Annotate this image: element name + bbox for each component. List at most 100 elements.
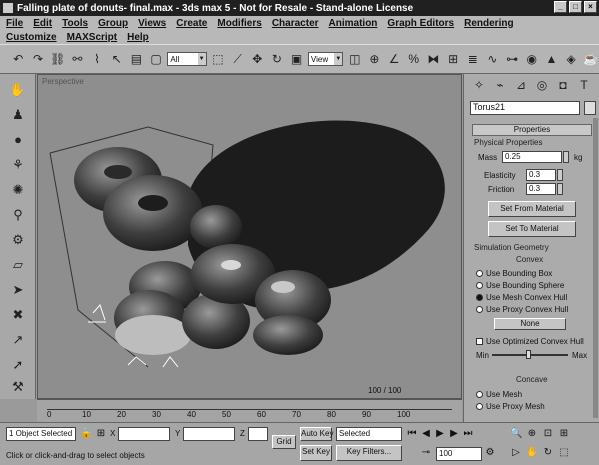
set-key-button[interactable]: Set Key bbox=[300, 445, 332, 461]
angle-snap-icon[interactable]: ∠ bbox=[386, 50, 403, 68]
radio-bounding-box[interactable]: Use Bounding Box bbox=[476, 269, 552, 278]
spring-icon[interactable]: ⚙ bbox=[8, 232, 28, 250]
properties-rollout[interactable]: Properties bbox=[472, 124, 592, 136]
slider-thumb[interactable] bbox=[526, 350, 531, 359]
curve-editor-icon[interactable]: ∿ bbox=[484, 50, 501, 68]
rope-icon[interactable]: ⚲ bbox=[8, 207, 28, 225]
plane-icon[interactable]: ▱ bbox=[8, 257, 28, 275]
optimized-convex-hull-checkbox[interactable]: Use Optimized Convex Hull bbox=[476, 337, 584, 346]
rigid-body-icon[interactable]: ♟ bbox=[8, 107, 28, 125]
time-config-icon[interactable]: ⚙ bbox=[484, 447, 496, 459]
menu-graph-editors[interactable]: Graph Editors bbox=[387, 18, 454, 29]
key-mode-dropdown[interactable]: Selected bbox=[336, 427, 402, 441]
zoom-extents-all-icon[interactable]: ⊞ bbox=[558, 428, 570, 440]
grid-button[interactable]: Grid bbox=[272, 435, 296, 449]
layer-icon[interactable]: ≣ bbox=[464, 50, 481, 68]
redo-icon[interactable]: ↷ bbox=[30, 50, 47, 68]
menu-views[interactable]: Views bbox=[138, 18, 166, 29]
zoom-icon[interactable]: 🔍 bbox=[510, 428, 522, 440]
elasticity-field[interactable]: 0.3 bbox=[526, 169, 556, 181]
close-button[interactable]: × bbox=[584, 1, 597, 13]
object-color-swatch[interactable] bbox=[584, 101, 596, 115]
lock-icon[interactable]: 🔒 bbox=[80, 428, 92, 440]
display-tab-icon[interactable]: ◘ bbox=[554, 78, 572, 96]
menu-maxscript[interactable]: MAXScript bbox=[67, 32, 118, 43]
reference-coord-dropdown[interactable]: View ▼ bbox=[307, 52, 344, 66]
menu-customize[interactable]: Customize bbox=[6, 32, 57, 43]
render-icon[interactable]: ▲ bbox=[543, 50, 560, 68]
zoom-all-icon[interactable]: ⊕ bbox=[526, 428, 538, 440]
region-icon[interactable]: ▢ bbox=[148, 50, 165, 68]
friction-spinner[interactable] bbox=[557, 183, 563, 195]
set-from-material-button[interactable]: Set From Material bbox=[488, 201, 576, 217]
cloth-icon[interactable]: ⚘ bbox=[8, 157, 28, 175]
mass-field[interactable]: 0.25 bbox=[502, 151, 562, 163]
goto-end-icon[interactable]: ⏭ bbox=[462, 428, 474, 440]
menu-animation[interactable]: Animation bbox=[329, 18, 378, 29]
menu-create[interactable]: Create bbox=[176, 18, 207, 29]
toy-car-icon[interactable]: ✖ bbox=[8, 307, 28, 325]
zoom-extents-icon[interactable]: ⊡ bbox=[542, 428, 554, 440]
soft-body-icon[interactable]: ✺ bbox=[8, 182, 28, 200]
selection-filter-dropdown[interactable]: All ▼ bbox=[167, 52, 207, 66]
reactor-icon[interactable]: ✋ bbox=[8, 82, 28, 100]
align-icon[interactable]: ⊞ bbox=[445, 50, 462, 68]
prev-frame-icon[interactable]: ◀ bbox=[420, 428, 432, 440]
teapot-icon[interactable]: ☕ bbox=[582, 50, 599, 68]
current-frame-field[interactable]: 100 bbox=[436, 447, 482, 461]
command-panel-scrollbar[interactable] bbox=[593, 118, 598, 418]
menu-file[interactable]: File bbox=[6, 18, 23, 29]
friction-field[interactable]: 0.3 bbox=[526, 183, 556, 195]
absolute-mode-icon[interactable]: ⊞ bbox=[95, 428, 107, 440]
mirror-icon[interactable]: ⧓ bbox=[425, 50, 442, 68]
preview-icon[interactable]: ⚒ bbox=[8, 379, 28, 397]
undo-icon[interactable]: ↶ bbox=[10, 50, 27, 68]
play-icon[interactable]: ▶ bbox=[434, 428, 446, 440]
menu-tools[interactable]: Tools bbox=[62, 18, 88, 29]
goto-start-icon[interactable]: ⏮ bbox=[406, 428, 418, 440]
pivot-icon[interactable]: ◫ bbox=[346, 50, 363, 68]
minimize-button[interactable]: _ bbox=[554, 1, 567, 13]
modify-tab-icon[interactable]: ⌁ bbox=[491, 78, 509, 96]
quick-render-icon[interactable]: ◈ bbox=[563, 50, 580, 68]
maximize-button[interactable]: □ bbox=[569, 1, 582, 13]
bind-icon[interactable]: ⌇ bbox=[89, 50, 106, 68]
proxy-pick-button[interactable]: None bbox=[494, 318, 566, 330]
schematic-icon[interactable]: ⊶ bbox=[504, 50, 521, 68]
timeline[interactable]: 0 10 20 30 40 50 60 70 80 90 100 bbox=[37, 399, 462, 422]
fracture-icon[interactable]: ↗ bbox=[8, 332, 28, 350]
set-to-material-button[interactable]: Set To Material bbox=[488, 221, 576, 237]
arc-rotate-icon[interactable]: ↻ bbox=[542, 447, 554, 459]
object-name-field[interactable]: Torus21 bbox=[470, 101, 580, 115]
select-icon[interactable]: ↖ bbox=[108, 50, 125, 68]
menu-help[interactable]: Help bbox=[127, 32, 149, 43]
key-mode-icon[interactable]: ⊸ bbox=[420, 447, 432, 459]
pan-icon[interactable]: ✋ bbox=[526, 447, 538, 459]
radio-bounding-sphere[interactable]: Use Bounding Sphere bbox=[476, 281, 564, 290]
key-filters-button[interactable]: Key Filters... bbox=[336, 445, 402, 461]
menu-character[interactable]: Character bbox=[272, 18, 319, 29]
sphere-icon[interactable]: ● bbox=[8, 132, 28, 150]
elasticity-spinner[interactable] bbox=[557, 169, 563, 181]
y-coordinate-field[interactable] bbox=[183, 427, 235, 441]
radio-proxy-convex-hull[interactable]: Use Proxy Convex Hull bbox=[476, 305, 568, 314]
rotate-icon[interactable]: ↻ bbox=[269, 50, 286, 68]
maximize-viewport-icon[interactable]: ⬚ bbox=[558, 447, 570, 459]
window-crossing-icon[interactable]: ⟋ bbox=[229, 50, 246, 68]
perspective-viewport[interactable]: Perspective 100 / 100 bbox=[37, 74, 462, 399]
radio-use-mesh[interactable]: Use Mesh bbox=[476, 390, 522, 399]
wind-icon[interactable]: ➤ bbox=[8, 282, 28, 300]
auto-key-button[interactable]: Auto Key bbox=[300, 427, 333, 441]
water-icon[interactable]: ➚ bbox=[8, 357, 28, 375]
menu-rendering[interactable]: Rendering bbox=[464, 18, 513, 29]
material-icon[interactable]: ◉ bbox=[523, 50, 540, 68]
create-tab-icon[interactable]: ✧ bbox=[470, 78, 488, 96]
link-icon[interactable]: ⛓ bbox=[49, 50, 66, 68]
unlink-icon[interactable]: ⚯ bbox=[69, 50, 86, 68]
next-frame-icon[interactable]: ▶ bbox=[448, 428, 460, 440]
fov-icon[interactable]: ▷ bbox=[510, 447, 522, 459]
z-coordinate-field[interactable] bbox=[248, 427, 268, 441]
motion-tab-icon[interactable]: ◎ bbox=[533, 78, 551, 96]
snap-icon[interactable]: ⊕ bbox=[366, 50, 383, 68]
menu-group[interactable]: Group bbox=[98, 18, 128, 29]
